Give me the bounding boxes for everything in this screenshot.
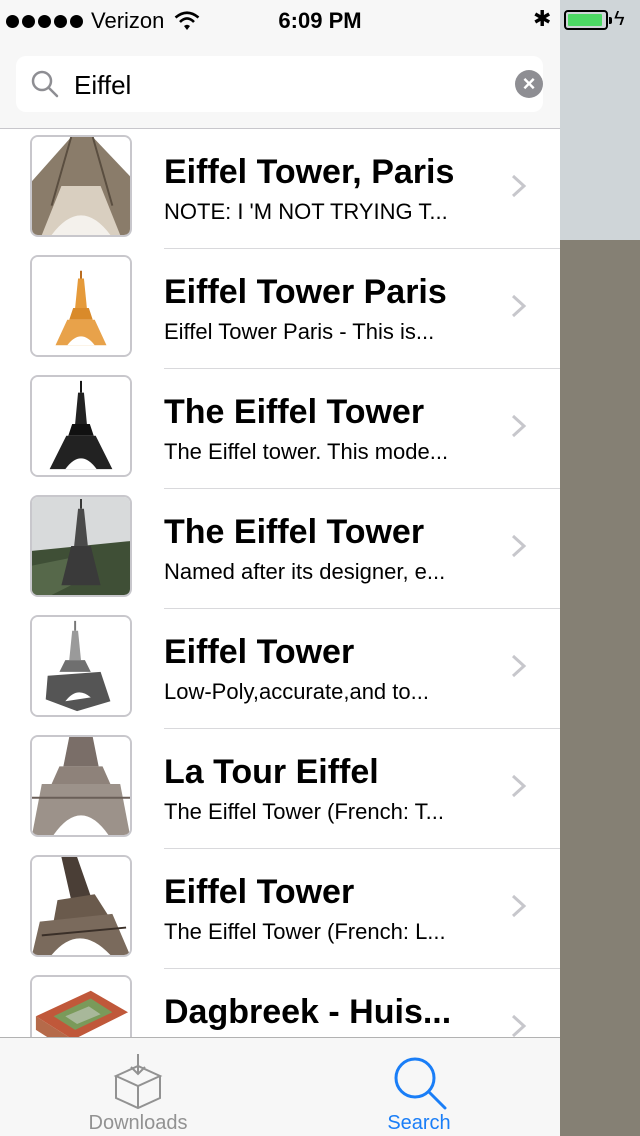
- viewport-background: [560, 0, 640, 1136]
- model-thumbnail: [30, 855, 132, 957]
- model-thumbnail: [30, 615, 132, 717]
- search-field[interactable]: ×: [16, 56, 543, 112]
- battery-icon: [564, 10, 612, 30]
- chevron-right-icon: [511, 534, 527, 558]
- result-subtitle: Eiffel Tower Paris - This is...: [164, 319, 435, 344]
- tab-search-label: Search: [387, 1112, 451, 1134]
- list-item[interactable]: Dagbreek - Huis...: [0, 969, 560, 1037]
- list-item[interactable]: La Tour Eiffel The Eiffel Tower (French:…: [0, 729, 560, 849]
- result-subtitle: Low-Poly,accurate,and to...: [164, 679, 429, 704]
- chevron-right-icon: [511, 174, 527, 198]
- model-thumbnail: [30, 375, 132, 477]
- chevron-right-icon: [511, 654, 527, 678]
- download-box-icon: [113, 1054, 163, 1110]
- tab-downloads-label: Downloads: [88, 1112, 188, 1134]
- result-title: The Eiffel Tower: [164, 393, 425, 431]
- list-item[interactable]: The Eiffel Tower Named after its designe…: [0, 489, 560, 609]
- charging-bolt-icon: ϟ: [614, 8, 625, 30]
- result-title: Eiffel Tower: [164, 633, 355, 671]
- search-icon: [394, 1057, 447, 1110]
- chevron-right-icon: [511, 294, 527, 318]
- result-subtitle: The Eiffel Tower (French: L...: [164, 919, 446, 944]
- search-icon: [31, 70, 59, 98]
- result-title: La Tour Eiffel: [164, 753, 379, 791]
- chevron-right-icon: [511, 414, 527, 438]
- result-title: Dagbreek - Huis...: [164, 993, 452, 1031]
- result-subtitle: Named after its designer, e...: [164, 559, 446, 584]
- list-item[interactable]: Eiffel Tower The Eiffel Tower (French: L…: [0, 849, 560, 969]
- search-panel: × Eiffel Tower, Paris NOTE: I 'M NOT TRY…: [0, 0, 560, 1136]
- result-title: The Eiffel Tower: [164, 513, 425, 551]
- result-title: Eiffel Tower: [164, 873, 355, 911]
- chevron-right-icon: [511, 894, 527, 918]
- model-thumbnail: [30, 975, 132, 1037]
- result-title: Eiffel Tower, Paris: [164, 153, 455, 191]
- clear-search-button[interactable]: ×: [515, 70, 543, 98]
- result-subtitle: NOTE: I 'M NOT TRYING T...: [164, 199, 448, 224]
- result-title: Eiffel Tower Paris: [164, 273, 447, 311]
- search-input[interactable]: [72, 66, 496, 104]
- list-item[interactable]: The Eiffel Tower The Eiffel tower. This …: [0, 369, 560, 489]
- model-thumbnail: [30, 495, 132, 597]
- results-list[interactable]: Eiffel Tower, Paris NOTE: I 'M NOT TRYIN…: [0, 129, 560, 1037]
- tab-downloads[interactable]: Downloads: [38, 1038, 238, 1136]
- chevron-right-icon: [511, 1014, 527, 1037]
- model-thumbnail: [30, 135, 132, 237]
- list-item[interactable]: Eiffel Tower Paris Eiffel Tower Paris - …: [0, 249, 560, 369]
- list-item[interactable]: Eiffel Tower, Paris NOTE: I 'M NOT TRYIN…: [0, 129, 560, 249]
- result-subtitle: The Eiffel tower. This mode...: [164, 439, 449, 464]
- chevron-right-icon: [511, 774, 527, 798]
- status-bar: Verizon 6:09 PM ✱ ϟ: [0, 0, 640, 40]
- result-subtitle: The Eiffel Tower (French: T...: [164, 799, 445, 824]
- list-item[interactable]: Eiffel Tower Low-Poly,accurate,and to...: [0, 609, 560, 729]
- tab-bar: Downloads Search: [0, 1037, 560, 1136]
- model-thumbnail: [30, 735, 132, 837]
- tab-search[interactable]: Search: [319, 1038, 519, 1136]
- bluetooth-icon: ✱: [533, 6, 552, 31]
- model-thumbnail: [30, 255, 132, 357]
